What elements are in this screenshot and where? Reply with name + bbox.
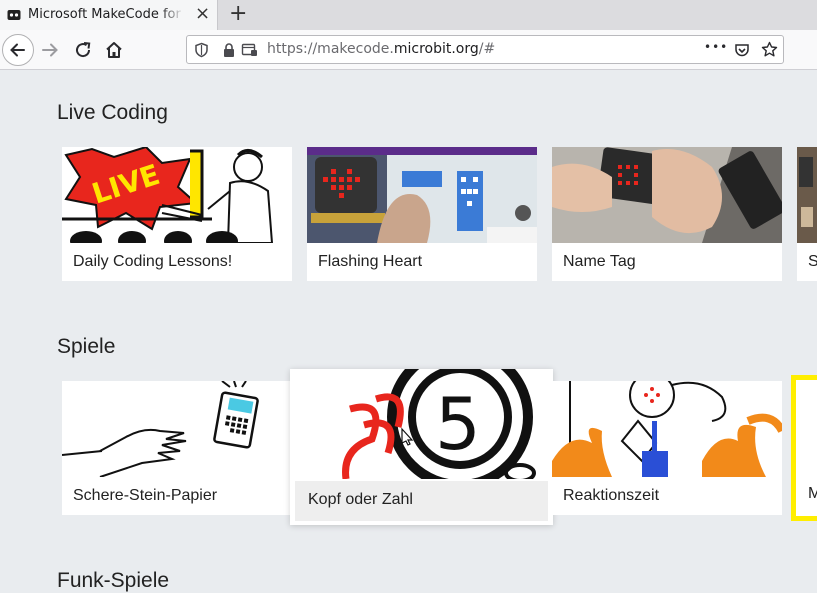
card-label: M <box>808 485 817 502</box>
card-label: S <box>808 253 817 270</box>
card-label: Daily Coding Lessons! <box>73 253 233 270</box>
card-daily-coding-lessons[interactable]: LIVE Daily Coding Lessons! <box>62 147 292 281</box>
card-label: Name Tag <box>563 253 636 270</box>
card-reaktionszeit[interactable]: Reaktionszeit <box>552 381 782 515</box>
page-actions-menu-icon[interactable]: ••• <box>704 40 728 54</box>
schere-stein-papier-thumbnail <box>62 381 292 477</box>
card-partial[interactable]: S <box>797 147 817 281</box>
navigation-toolbar: https://makecode.microbit.org/# ••• <box>0 30 817 70</box>
url-prefix: https://makecode. <box>267 41 394 57</box>
tab-close-icon[interactable]: × <box>195 4 210 24</box>
back-arrow-icon <box>10 43 25 57</box>
card-flashing-heart[interactable]: Flashing Heart <box>307 147 537 281</box>
name-tag-thumbnail <box>552 147 782 243</box>
section-title-spiele: Spiele <box>57 335 116 358</box>
card-name-tag[interactable]: Name Tag <box>552 147 782 281</box>
card-label: Flashing Heart <box>318 253 423 270</box>
tab-title: Microsoft MakeCode for micro:bit <box>28 7 184 22</box>
card-partial-highlighted[interactable]: M <box>791 375 817 521</box>
card-label: Schere-Stein-Papier <box>73 487 218 504</box>
card-label: Reaktionszeit <box>563 487 660 504</box>
tab-strip: Microsoft MakeCode for micro:bit × + <box>0 0 817 30</box>
card-label: Kopf oder Zahl <box>308 491 413 508</box>
new-tab-button[interactable]: + <box>229 1 247 27</box>
daily-coding-lessons-thumbnail: LIVE <box>62 147 292 243</box>
kopf-oder-zahl-thumbnail: 5 <box>290 369 553 479</box>
card-kopf-oder-zahl[interactable]: 5 Kopf oder Zahl <box>290 369 553 525</box>
url-text[interactable]: https://makecode.microbit.org/# <box>267 41 495 57</box>
reload-button[interactable] <box>71 38 95 62</box>
forward-button[interactable] <box>38 38 62 62</box>
pocket-icon[interactable] <box>734 42 750 58</box>
shield-icon[interactable] <box>194 42 209 58</box>
section-title-live-coding: Live Coding <box>57 101 168 124</box>
partial-thumbnail <box>797 147 817 243</box>
page-permissions-icon[interactable] <box>241 42 259 58</box>
tab-makecode[interactable]: Microsoft MakeCode for micro:bit × <box>0 0 218 30</box>
back-button[interactable] <box>2 34 34 66</box>
reaktionszeit-thumbnail <box>552 381 782 477</box>
section-title-funk-spiele: Funk-Spiele <box>57 569 170 592</box>
url-host: microbit.org <box>393 41 479 57</box>
makecode-favicon-icon <box>7 10 21 20</box>
card-schere-stein-papier[interactable]: Schere-Stein-Papier <box>62 381 292 515</box>
bookmark-star-icon[interactable] <box>761 41 778 58</box>
home-button[interactable] <box>102 38 126 62</box>
svg-text:5: 5 <box>435 382 481 466</box>
url-suffix: /# <box>478 41 496 57</box>
flashing-heart-thumbnail <box>307 147 537 243</box>
address-bar[interactable]: https://makecode.microbit.org/# ••• <box>186 35 784 64</box>
lock-icon[interactable] <box>222 42 236 58</box>
